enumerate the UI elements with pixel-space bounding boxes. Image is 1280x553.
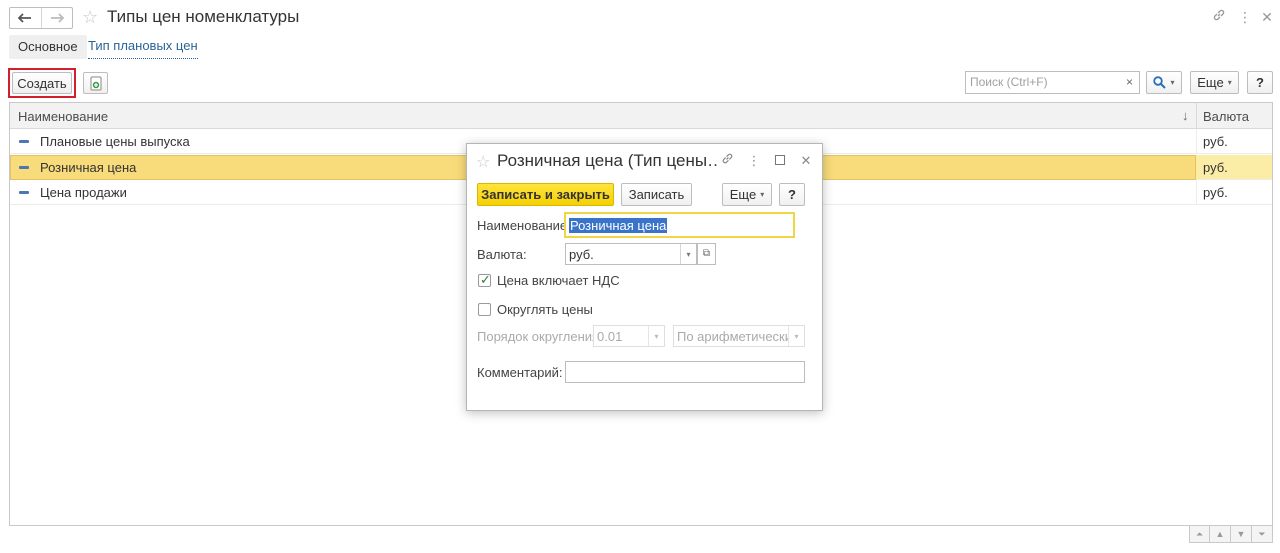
- column-header-name[interactable]: Наименование: [18, 109, 108, 124]
- name-field[interactable]: Розничная цена: [564, 212, 795, 238]
- forward-button[interactable]: [40, 8, 73, 28]
- sort-desc-icon: ↓: [1182, 108, 1189, 123]
- help-button[interactable]: ?: [1247, 71, 1273, 94]
- add-copy-icon: [90, 76, 101, 90]
- vat-label[interactable]: Цена включает НДС: [497, 273, 620, 288]
- tab-main[interactable]: Основное: [9, 35, 87, 59]
- favorite-star-icon[interactable]: ☆: [476, 152, 490, 172]
- vat-checkbox[interactable]: ✓: [478, 272, 491, 287]
- more-button[interactable]: Еще ▾: [1190, 71, 1239, 94]
- search-clear-button[interactable]: ×: [1120, 71, 1140, 94]
- check-icon: ✓: [480, 272, 491, 287]
- table-scroll-buttons: ⏶ ▲ ▼ ⏷: [1189, 525, 1273, 543]
- row-currency: руб.: [1203, 134, 1228, 149]
- close-icon[interactable]: ✕: [1258, 8, 1276, 26]
- chevron-down-icon[interactable]: ▾: [680, 244, 696, 264]
- arrow-left-icon: [18, 13, 32, 23]
- chevron-down-icon[interactable]: ▾: [788, 326, 804, 346]
- open-icon: ⧉: [702, 248, 711, 259]
- open-currency-button[interactable]: ⧉: [697, 243, 716, 265]
- item-icon: [19, 191, 29, 194]
- rounding-order-label: Порядок округления:: [477, 329, 603, 344]
- chevron-down-icon[interactable]: ▾: [648, 326, 664, 346]
- row-currency: руб.: [1203, 160, 1228, 175]
- table-header: Наименование ↓ Валюта: [10, 103, 1272, 129]
- search-icon: [1153, 76, 1167, 89]
- arrow-right-icon: [50, 13, 64, 23]
- scroll-top-icon[interactable]: ⏶: [1189, 525, 1210, 543]
- column-header-currency[interactable]: Валюта: [1203, 109, 1249, 124]
- copy-button[interactable]: [83, 72, 108, 94]
- item-icon: [19, 140, 29, 143]
- more-vertical-icon[interactable]: ⋮: [1236, 8, 1254, 26]
- currency-value: руб.: [569, 247, 594, 262]
- tab-planned-prices[interactable]: Тип плановых цен: [88, 35, 198, 59]
- save-button[interactable]: Записать: [621, 183, 692, 206]
- search-input[interactable]: Поиск (Ctrl+F): [965, 71, 1121, 94]
- more-label: Еще: [729, 187, 757, 202]
- back-button[interactable]: [10, 8, 41, 28]
- chevron-down-icon: ▾: [1170, 78, 1175, 87]
- link-icon[interactable]: [719, 152, 735, 170]
- row-divider: [1196, 180, 1197, 205]
- scroll-up-icon[interactable]: ▲: [1210, 525, 1231, 543]
- rounding-method-value: По арифметическим: [677, 329, 789, 344]
- page-title: Типы цен номенклатуры: [107, 7, 300, 26]
- navigation-buttons: [9, 7, 73, 29]
- maximize-icon[interactable]: [772, 152, 788, 170]
- round-checkbox[interactable]: [478, 303, 491, 316]
- comment-label: Комментарий:: [477, 365, 563, 380]
- comment-field[interactable]: [565, 361, 805, 383]
- row-currency: руб.: [1203, 185, 1228, 200]
- search-button[interactable]: ▾: [1146, 71, 1182, 94]
- chevron-down-icon: ▾: [1227, 78, 1232, 87]
- name-label: Наименование:: [477, 218, 571, 233]
- price-type-dialog: ☆ Розничная цена (Тип цены… ⋮ ✕ Записать…: [466, 143, 823, 411]
- round-label[interactable]: Округлять цены: [497, 302, 593, 317]
- column-divider: [1196, 103, 1197, 129]
- dialog-help-button[interactable]: ?: [779, 183, 805, 206]
- close-icon[interactable]: ✕: [798, 152, 814, 170]
- currency-select[interactable]: руб. ▾: [565, 243, 697, 265]
- row-name: Розничная цена: [40, 160, 137, 175]
- chevron-down-icon: ▾: [760, 190, 765, 199]
- more-vertical-icon[interactable]: ⋮: [746, 152, 762, 170]
- save-and-close-button[interactable]: Записать и закрыть: [477, 183, 614, 206]
- row-name: Плановые цены выпуска: [40, 134, 190, 149]
- dialog-more-button[interactable]: Еще ▾: [722, 183, 772, 206]
- create-button[interactable]: Создать: [12, 72, 72, 94]
- scroll-bottom-icon[interactable]: ⏷: [1252, 525, 1273, 543]
- more-label: Еще: [1197, 75, 1224, 90]
- name-field-value: Розничная цена: [569, 218, 668, 233]
- row-name: Цена продажи: [40, 185, 127, 200]
- link-icon[interactable]: [1210, 8, 1228, 26]
- rounding-method-select[interactable]: По арифметическим ▾: [673, 325, 805, 347]
- favorite-star-icon[interactable]: ☆: [82, 7, 102, 27]
- rounding-order-select[interactable]: 0.01 ▾: [593, 325, 665, 347]
- currency-label: Валюта:: [477, 247, 527, 262]
- dialog-title: Розничная цена (Тип цены…: [497, 151, 717, 170]
- scroll-down-icon[interactable]: ▼: [1231, 525, 1252, 543]
- item-icon: [19, 166, 29, 169]
- row-divider: [1196, 129, 1197, 154]
- rounding-order-value: 0.01: [597, 329, 623, 344]
